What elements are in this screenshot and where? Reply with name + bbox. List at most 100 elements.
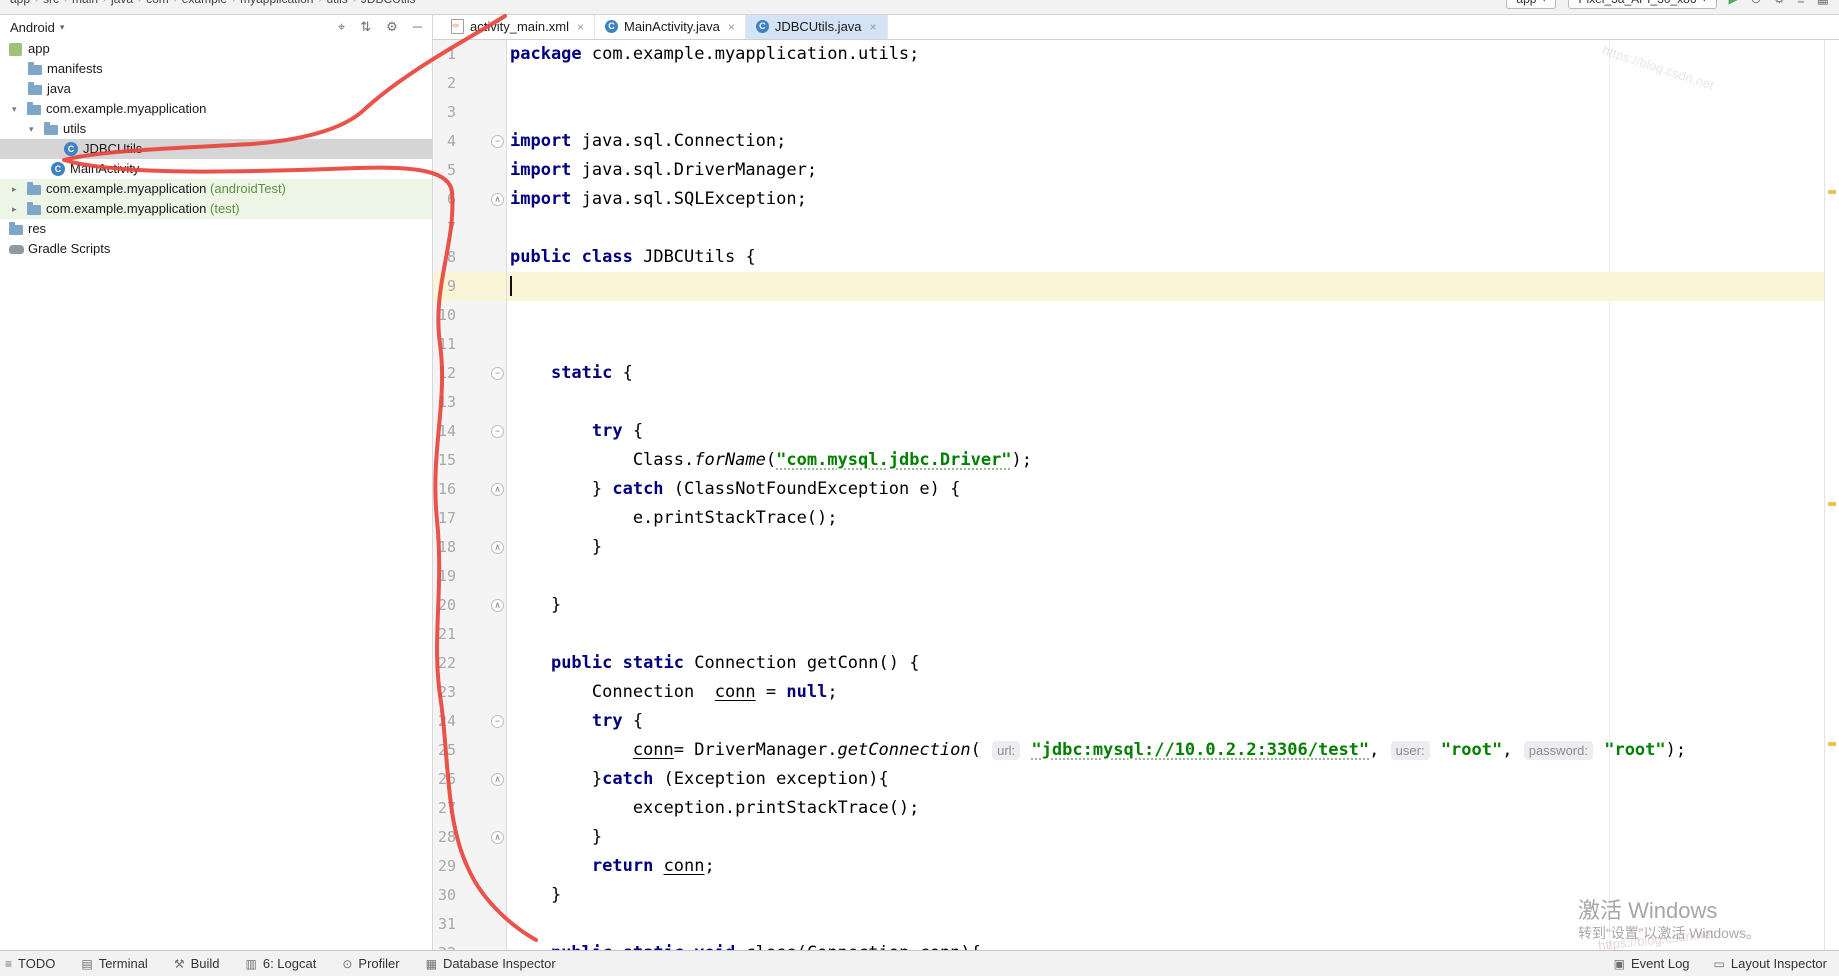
code-segment: java.sql.Connection; (571, 131, 786, 151)
code-segment: { (623, 421, 643, 441)
fold-end-icon[interactable]: ∧ (491, 483, 504, 496)
code-line[interactable]: package com.example.myapplication.utils; (510, 40, 919, 69)
fold-collapse-icon[interactable]: − (491, 715, 504, 728)
code-line[interactable]: try { (510, 417, 643, 446)
line-number: 7 (406, 214, 456, 243)
breadcrumb-item[interactable]: example (182, 0, 227, 6)
code-line[interactable]: } (510, 823, 602, 852)
line-number: 17 (406, 504, 456, 533)
code-segment: } (510, 595, 561, 615)
warning-mark[interactable] (1828, 502, 1836, 506)
close-icon[interactable]: × (870, 20, 877, 34)
line-number: 8 (406, 243, 456, 272)
tab-jdbcutils-java[interactable]: CJDBCUtils.java× (746, 14, 888, 39)
statusbar-item-logcat[interactable]: ▥6: Logcat (246, 956, 317, 971)
tab-activity-main-xml[interactable]: activity_main.xml× (441, 14, 595, 39)
code-line[interactable]: public class JDBCUtils { (510, 243, 756, 272)
code-line[interactable]: import java.sql.Connection; (510, 127, 786, 156)
code-line[interactable]: exception.printStackTrace(); (510, 794, 919, 823)
chevron-down-icon: ▾ (1703, 0, 1707, 4)
run-icon[interactable]: ▶ (1729, 0, 1739, 7)
breadcrumb-separator: › (35, 0, 38, 4)
code-line[interactable]: }catch (Exception exception){ (510, 765, 889, 794)
tab-mainactivity-java[interactable]: CMainActivity.java× (595, 14, 746, 39)
code-segment: ); (1012, 450, 1032, 470)
fold-end-icon[interactable]: ∧ (491, 541, 504, 554)
breadcrumb-item[interactable]: src (43, 0, 59, 6)
breadcrumb-item[interactable]: main (72, 0, 98, 6)
code-line[interactable]: Class.forName("com.mysql.jdbc.Driver"); (510, 446, 1032, 475)
fold-collapse-icon[interactable]: − (491, 135, 504, 148)
code-line[interactable]: try { (510, 707, 643, 736)
statusbar-item-profiler[interactable]: ⊙Profiler (342, 956, 399, 971)
editor[interactable]: 1234567891011121314151617181920212223242… (0, 0, 1839, 963)
fold-end-icon[interactable]: ∧ (491, 773, 504, 786)
breadcrumb-item[interactable]: com (146, 0, 169, 6)
locate-file-icon[interactable]: ⌖ (338, 19, 345, 35)
code-line[interactable]: } (510, 881, 561, 910)
code-line[interactable]: conn= DriverManager.getConnection( url: … (510, 736, 1686, 765)
statusbar-item-terminal[interactable]: ▤Terminal (81, 956, 147, 971)
code-segment: "com.mysql.jdbc.Driver" (776, 450, 1011, 470)
panel-splitter[interactable] (432, 14, 433, 950)
breadcrumb-item[interactable]: myapplication (240, 0, 313, 6)
statusbar-item-build[interactable]: ⚒Build (174, 956, 220, 971)
statusbar-label: Profiler (358, 956, 399, 971)
code-line[interactable]: import java.sql.SQLException; (510, 185, 807, 214)
line-number: 20 (406, 591, 456, 620)
fold-collapse-icon[interactable]: − (491, 367, 504, 380)
statusbar-item-todo[interactable]: ≡TODO (5, 956, 55, 971)
code-segment: conn (633, 740, 674, 760)
line-number: 23 (406, 678, 456, 707)
code-line[interactable]: public static Connection getConn() { (510, 649, 919, 678)
breadcrumb-item[interactable]: utils (326, 0, 347, 6)
fold-end-icon[interactable]: ∧ (491, 831, 504, 844)
code-segment: JDBCUtils { (633, 247, 756, 267)
status-bar-right: ▣Event Log▭Layout Inspector (1621, 956, 1827, 971)
code-segment: com.example.myapplication.utils; (582, 44, 920, 64)
code-line[interactable]: } (510, 533, 602, 562)
code-line[interactable]: static { (510, 359, 633, 388)
line-number: 9 (406, 272, 456, 301)
code-segment: } (510, 537, 602, 557)
code-line[interactable]: } (510, 591, 561, 620)
code-segment: try (592, 421, 623, 441)
code-segment: "root" (1441, 740, 1502, 760)
statusbar-item-event-log[interactable]: ▣Event Log (1614, 956, 1690, 971)
fold-end-icon[interactable]: ∧ (491, 599, 504, 612)
line-number: 3 (406, 98, 456, 127)
line-number: 10 (406, 301, 456, 330)
code-line[interactable]: import java.sql.DriverManager; (510, 156, 817, 185)
warning-mark[interactable] (1828, 190, 1836, 194)
collapse-all-icon[interactable]: ⇅ (360, 19, 371, 35)
project-view-selector[interactable]: Android (10, 20, 55, 35)
fold-collapse-icon[interactable]: − (491, 425, 504, 438)
code-line[interactable]: } catch (ClassNotFoundException e) { (510, 475, 960, 504)
code-line[interactable]: return conn; (510, 852, 715, 881)
breadcrumb-item[interactable]: app (10, 0, 30, 6)
device-selector[interactable]: Pixel_3a_API_30_x86 ▾ (1568, 0, 1716, 9)
line-number: 31 (406, 910, 456, 939)
code-segment: "jdbc:mysql://10.0.2.2:3306/test" (1031, 740, 1369, 760)
profile-icon[interactable]: ⊙ (1751, 0, 1762, 7)
code-line[interactable]: e.printStackTrace(); (510, 504, 838, 533)
statusbar-item-layout-inspector[interactable]: ▭Layout Inspector (1714, 956, 1827, 971)
sync-icon[interactable]: ≡ (1797, 0, 1805, 7)
close-icon[interactable]: × (577, 20, 584, 34)
statusbar-label: Layout Inspector (1731, 956, 1827, 971)
breadcrumb-item[interactable]: java (111, 0, 133, 6)
hide-panel-icon[interactable]: ─ (413, 19, 422, 35)
settings-icon[interactable]: ⚙ (386, 19, 398, 35)
close-icon[interactable]: × (728, 20, 735, 34)
fold-end-icon[interactable]: ∧ (491, 193, 504, 206)
warning-mark[interactable] (1828, 742, 1836, 746)
statusbar-item-database-inspector[interactable]: ▦Database Inspector (426, 956, 556, 971)
main-toolbar: app›src›main›java›com›example›myapplicat… (0, 0, 1839, 15)
settings-icon[interactable]: ⚙ (1773, 0, 1785, 7)
grid-icon[interactable]: ▦ (1817, 0, 1829, 7)
run-config-selector[interactable]: app ▾ (1506, 0, 1556, 9)
error-stripe[interactable] (1824, 40, 1839, 950)
breadcrumb-item[interactable]: JDBCUtils (361, 0, 416, 6)
breadcrumb-separator: › (64, 0, 67, 4)
code-line[interactable]: Connection conn = null; (510, 678, 838, 707)
